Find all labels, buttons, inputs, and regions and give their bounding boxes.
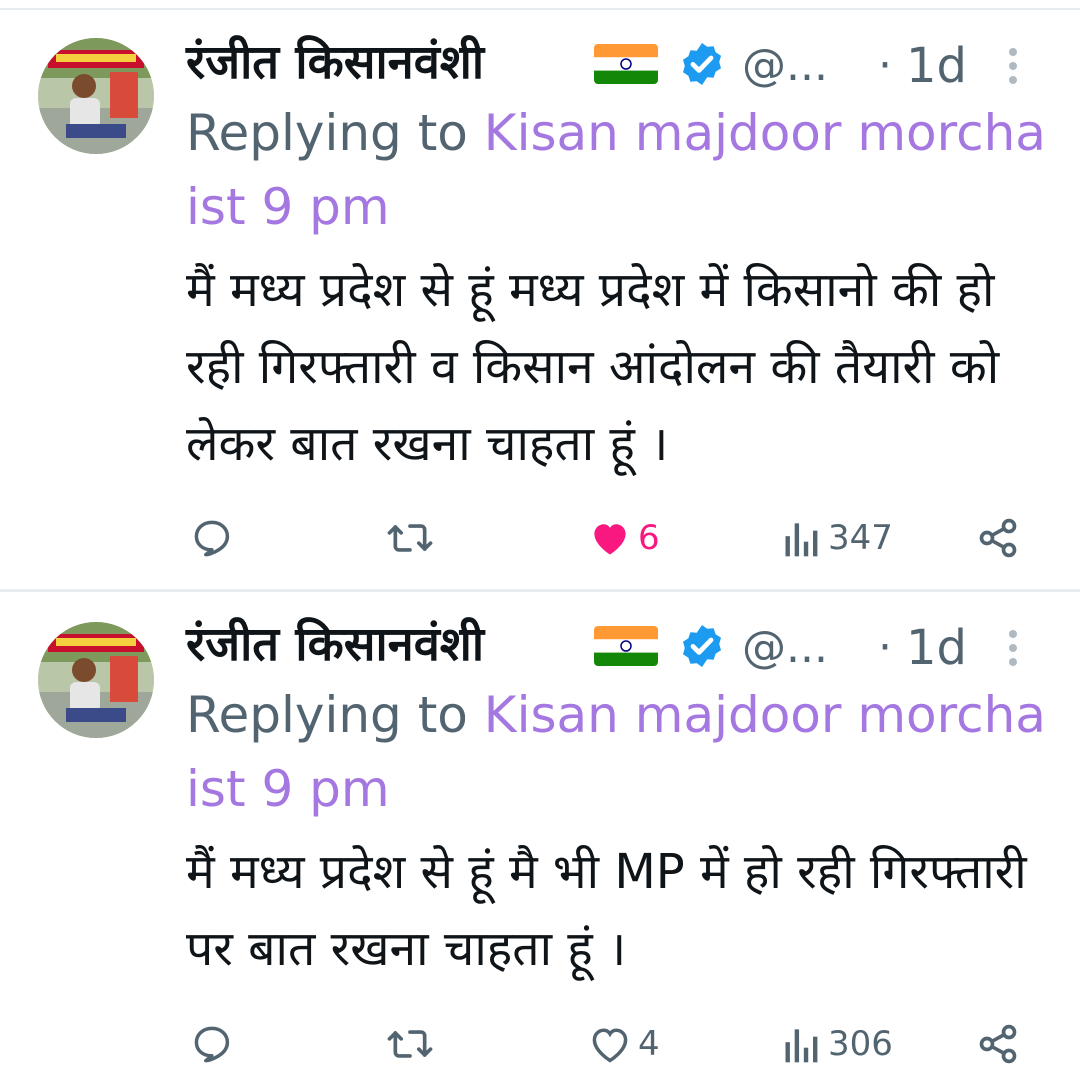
tweet-actions: 4 306 — [186, 1016, 1046, 1072]
author-name[interactable]: रंजीत किसानवंशी — [186, 614, 484, 676]
share-button[interactable] — [976, 1016, 1020, 1072]
reply-icon — [194, 1026, 230, 1063]
view-count: 306 — [828, 1024, 893, 1064]
replying-to: Replying to Kisan majdoor morcha ist 9 p… — [186, 678, 1046, 826]
share-icon — [979, 1024, 1017, 1064]
reply-button[interactable] — [190, 1016, 234, 1072]
like-count: 4 — [638, 1024, 660, 1064]
tweet-text: मैं मध्य प्रदेश से हूं मै भी MP में हो र… — [186, 844, 1027, 977]
like-icon — [592, 1028, 628, 1063]
avatar[interactable] — [38, 622, 154, 738]
more-icon[interactable] — [1006, 626, 1020, 670]
like-button[interactable]: 4 — [588, 1016, 660, 1072]
verified-badge-icon[interactable] — [678, 622, 726, 670]
separator: · — [878, 622, 892, 673]
timestamp[interactable]: 1d — [906, 620, 967, 676]
views-button[interactable]: 306 — [782, 1016, 893, 1072]
views-icon — [785, 1029, 818, 1063]
retweet-icon — [387, 1030, 433, 1058]
author-handle[interactable]: @... — [742, 620, 828, 676]
replying-prefix: Replying to — [186, 686, 484, 744]
tweet[interactable]: रंजीत किसानवंशी @... · 1d Replying to Ki… — [0, 0, 1080, 1081]
india-flag-icon — [594, 626, 658, 666]
retweet-button[interactable] — [386, 1016, 434, 1072]
